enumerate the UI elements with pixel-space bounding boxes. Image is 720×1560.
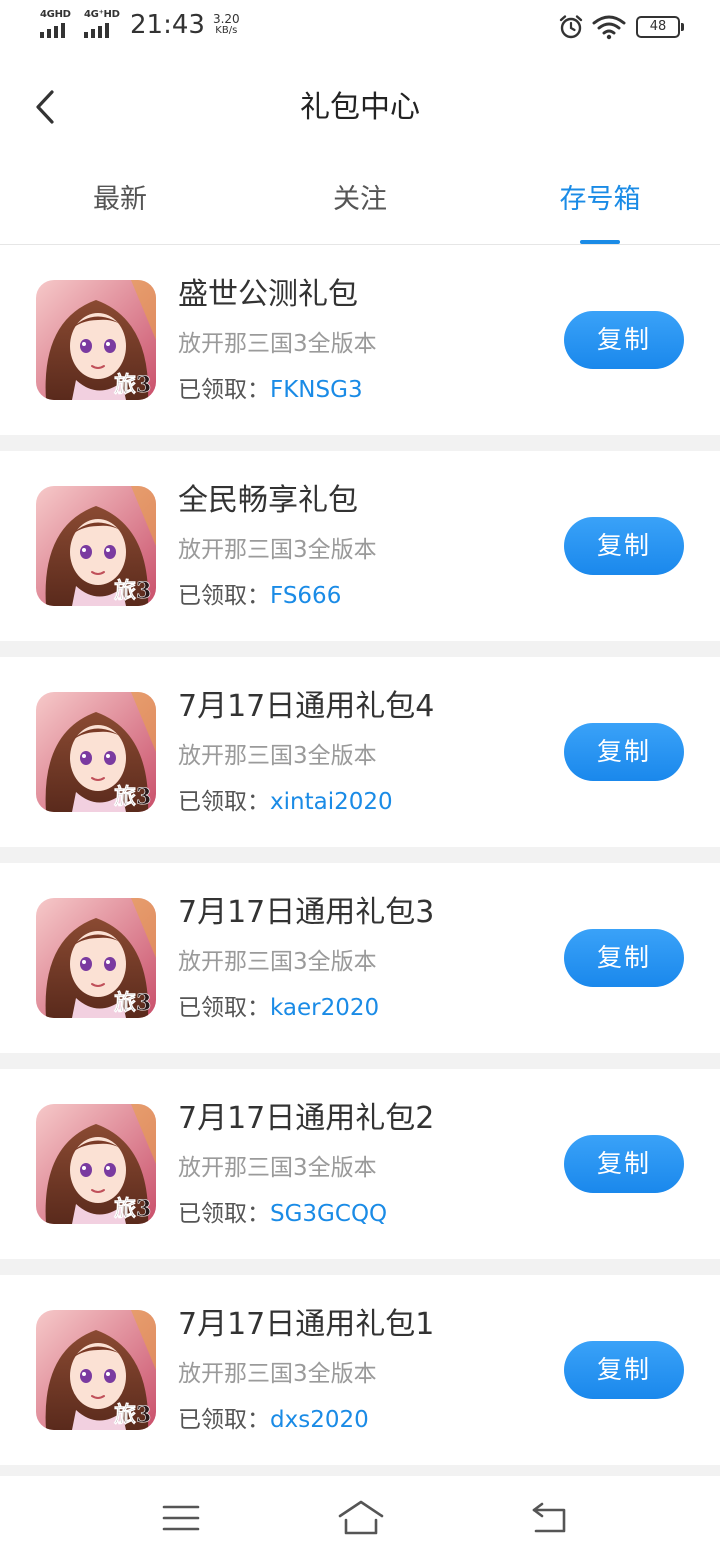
gift-code-row: 已领取：dxs2020 bbox=[178, 1405, 369, 1435]
signal-icon-1: 4GHD bbox=[38, 10, 76, 40]
return-icon bbox=[532, 1502, 566, 1533]
gift-code: kaer2020 bbox=[270, 995, 380, 1021]
gift-title: 盛世公测礼包 bbox=[178, 277, 358, 312]
svg-text:旅3: 旅3 bbox=[114, 1402, 151, 1428]
header: 礼包中心 bbox=[0, 60, 720, 156]
system-nav-bar bbox=[0, 1476, 720, 1560]
gift-code-row: 已领取：kaer2020 bbox=[178, 993, 379, 1023]
gift-title: 7月17日通用礼包4 bbox=[178, 689, 435, 724]
copy-button[interactable]: 复制 bbox=[564, 1135, 684, 1193]
gift-code-label: 已领取： bbox=[178, 377, 270, 403]
gift-title: 7月17日通用礼包1 bbox=[178, 1307, 435, 1342]
copy-button[interactable]: 复制 bbox=[564, 723, 684, 781]
copy-button[interactable]: 复制 bbox=[564, 311, 684, 369]
gift-title: 7月17日通用礼包2 bbox=[178, 1101, 435, 1136]
screen: 4GHD 4G⁺HD 21:43 3.20 KB/s 48 礼包中心 最新 关注… bbox=[0, 0, 720, 1560]
svg-text:旅3: 旅3 bbox=[114, 372, 151, 398]
status-right: 48 bbox=[558, 14, 684, 40]
gift-code-row: 已领取：xintai2020 bbox=[178, 787, 393, 817]
menu-icon bbox=[162, 1505, 200, 1531]
gift-code-label: 已领取： bbox=[178, 583, 270, 609]
svg-text:旅3: 旅3 bbox=[114, 784, 151, 810]
speed-unit: KB/s bbox=[215, 25, 238, 36]
menu-button[interactable] bbox=[161, 1498, 201, 1538]
gift-code: FKNSG3 bbox=[270, 377, 363, 403]
game-thumbnail-art: 旅3 bbox=[36, 692, 156, 812]
gift-card[interactable]: 旅3 7月17日通用礼包3 放开那三国3全版本 已领取：kaer2020 复制 bbox=[0, 863, 720, 1053]
svg-text:旅3: 旅3 bbox=[114, 1196, 151, 1222]
gift-code-label: 已领取： bbox=[178, 995, 270, 1021]
gift-game: 放开那三国3全版本 bbox=[178, 743, 377, 769]
gift-game: 放开那三国3全版本 bbox=[178, 1155, 377, 1181]
gift-game: 放开那三国3全版本 bbox=[178, 537, 377, 563]
home-icon bbox=[338, 1500, 384, 1535]
game-thumbnail-art: 旅3 bbox=[36, 1104, 156, 1224]
gift-card[interactable]: 旅3 盛世公测礼包 放开那三国3全版本 已领取：FKNSG3 复制 bbox=[0, 245, 720, 435]
status-left: 4GHD 4G⁺HD 21:43 3.20 KB/s bbox=[38, 10, 240, 40]
game-thumbnail-art: 旅3 bbox=[36, 898, 156, 1018]
gift-code-label: 已领取： bbox=[178, 1201, 270, 1227]
wifi-icon bbox=[592, 15, 626, 40]
gift-title: 7月17日通用礼包3 bbox=[178, 895, 435, 930]
gift-code-row: 已领取：FKNSG3 bbox=[178, 375, 363, 405]
game-thumbnail-art: 旅3 bbox=[36, 280, 156, 400]
svg-text:旅3: 旅3 bbox=[114, 578, 151, 604]
game-thumbnail: 旅3 bbox=[36, 898, 156, 1018]
clock: 21:43 bbox=[130, 10, 205, 40]
gift-code-row: 已领取：SG3GCQQ bbox=[178, 1199, 387, 1229]
home-button[interactable] bbox=[337, 1498, 385, 1538]
svg-text:旅3: 旅3 bbox=[114, 990, 151, 1016]
tab-bar: 最新 关注 存号箱 bbox=[0, 156, 720, 245]
gift-code-label: 已领取： bbox=[178, 1407, 270, 1433]
gift-card[interactable]: 旅3 7月17日通用礼包4 放开那三国3全版本 已领取：xintai2020 复… bbox=[0, 657, 720, 847]
copy-button[interactable]: 复制 bbox=[564, 517, 684, 575]
gift-card[interactable]: 旅3 7月17日通用礼包2 放开那三国3全版本 已领取：SG3GCQQ 复制 bbox=[0, 1069, 720, 1259]
active-tab-indicator bbox=[580, 240, 620, 244]
copy-button[interactable]: 复制 bbox=[564, 929, 684, 987]
copy-button[interactable]: 复制 bbox=[564, 1341, 684, 1399]
game-thumbnail: 旅3 bbox=[36, 1310, 156, 1430]
gift-game: 放开那三国3全版本 bbox=[178, 1361, 377, 1387]
game-thumbnail-art: 旅3 bbox=[36, 1310, 156, 1430]
game-thumbnail: 旅3 bbox=[36, 280, 156, 400]
gift-code: dxs2020 bbox=[270, 1407, 369, 1433]
tab-latest[interactable]: 最新 bbox=[0, 182, 240, 218]
gift-card[interactable]: 旅3 7月17日通用礼包1 放开那三国3全版本 已领取：dxs2020 复制 bbox=[0, 1275, 720, 1465]
gift-card[interactable]: 旅3 全民畅享礼包 放开那三国3全版本 已领取：FS666 复制 bbox=[0, 451, 720, 641]
gift-title: 全民畅享礼包 bbox=[178, 483, 358, 518]
status-bar: 4GHD 4G⁺HD 21:43 3.20 KB/s 48 bbox=[0, 0, 720, 60]
signal-label-1: 4GHD bbox=[40, 9, 71, 20]
gift-game: 放开那三国3全版本 bbox=[178, 331, 377, 357]
signal-icon-2: 4G⁺HD bbox=[82, 10, 120, 40]
page-title: 礼包中心 bbox=[300, 90, 420, 125]
gift-code-label: 已领取： bbox=[178, 789, 270, 815]
speed-value: 3.20 bbox=[212, 12, 240, 26]
gift-code: FS666 bbox=[270, 583, 342, 609]
game-thumbnail: 旅3 bbox=[36, 1104, 156, 1224]
game-thumbnail: 旅3 bbox=[36, 692, 156, 812]
battery-indicator: 48 bbox=[636, 16, 684, 38]
tab-following[interactable]: 关注 bbox=[240, 182, 480, 218]
alarm-icon bbox=[559, 15, 583, 39]
network-speed: 3.20 KB/s bbox=[213, 13, 240, 37]
return-button[interactable] bbox=[530, 1498, 570, 1538]
game-thumbnail: 旅3 bbox=[36, 486, 156, 606]
gift-code: xintai2020 bbox=[270, 789, 393, 815]
gift-game: 放开那三国3全版本 bbox=[178, 949, 377, 975]
game-thumbnail-art: 旅3 bbox=[36, 486, 156, 606]
signal-label-2: 4G⁺HD bbox=[84, 9, 120, 20]
gift-code: SG3GCQQ bbox=[270, 1201, 388, 1227]
gift-code-row: 已领取：FS666 bbox=[178, 581, 341, 611]
tab-saved-codes[interactable]: 存号箱 bbox=[480, 182, 720, 218]
